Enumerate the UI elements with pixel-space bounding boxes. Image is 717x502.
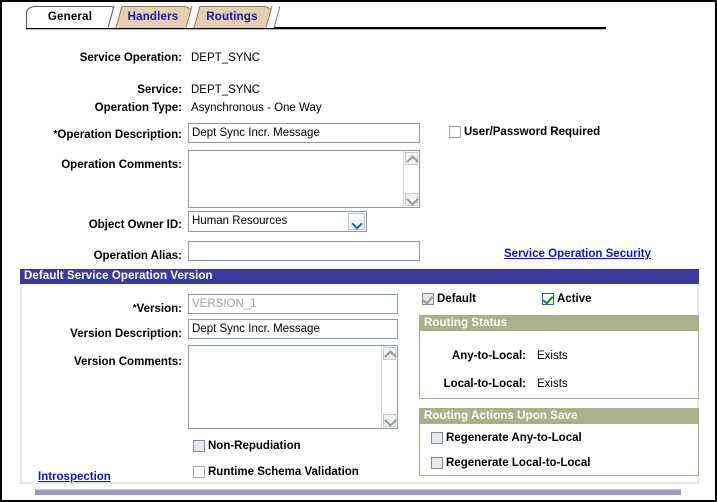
version-comments-label: Version Comments: — [74, 356, 182, 368]
version-comments-textarea[interactable] — [188, 345, 398, 429]
service-label: Service: — [137, 84, 182, 96]
version-label: *Version: — [26, 302, 182, 316]
version-description-input[interactable] — [188, 319, 398, 339]
tab-strip: General Handlers Routings — [2, 2, 715, 32]
version-label-text: Version: — [136, 303, 182, 315]
version-description-label: Version Description: — [70, 328, 182, 340]
operation-comments-label: Operation Comments: — [61, 159, 182, 171]
runtime-schema-validation-label: Runtime Schema Validation — [208, 466, 359, 478]
regenerate-any-to-local-label: Regenerate Any-to-Local — [446, 432, 582, 444]
operation-description-input[interactable] — [188, 123, 420, 143]
object-owner-id-value: Human Resources — [192, 215, 288, 227]
operation-alias-input[interactable] — [188, 241, 420, 261]
tab-routings-label: Routings — [206, 11, 258, 23]
scroll-up-icon[interactable] — [405, 152, 418, 165]
service-operation-security-link[interactable]: Service Operation Security — [504, 248, 651, 260]
default-checkbox-row: Default — [422, 293, 476, 305]
non-repudiation-row[interactable]: Non-Repudiation — [193, 440, 301, 452]
tab-handlers[interactable]: Handlers — [114, 6, 192, 28]
service-operation-window: General Handlers Routings Service Operat… — [0, 0, 717, 502]
any-to-local-value: Exists — [537, 350, 568, 362]
tab-strip-underline-shadow — [26, 29, 606, 30]
regenerate-any-to-local-checkbox[interactable] — [431, 432, 443, 444]
version-comments-scrollbar[interactable] — [381, 346, 397, 428]
object-owner-id-label: Object Owner ID: — [88, 219, 182, 231]
operation-description-label: *Operation Description: — [16, 128, 182, 142]
chevron-down-icon[interactable] — [348, 213, 365, 230]
any-to-local-label: Any-to-Local: — [451, 350, 526, 362]
scroll-up-icon[interactable] — [383, 347, 396, 360]
operation-comments-textarea[interactable] — [188, 150, 420, 208]
default-service-operation-version-header: Default Service Operation Version — [20, 269, 699, 284]
non-repudiation-label: Non-Repudiation — [208, 440, 301, 452]
scroll-down-icon[interactable] — [383, 414, 396, 427]
scroll-down-icon[interactable] — [405, 193, 418, 206]
service-operation-label: Service Operation: — [79, 52, 182, 64]
routing-status-title: Routing Status — [420, 316, 698, 331]
runtime-schema-validation-row[interactable]: Runtime Schema Validation — [193, 466, 359, 478]
active-checkbox[interactable] — [542, 293, 554, 305]
default-checkbox — [422, 293, 434, 305]
introspection-link[interactable]: Introspection — [38, 471, 111, 483]
routing-actions-title: Routing Actions Upon Save — [420, 409, 698, 424]
service-operation-value: DEPT_SYNC — [191, 52, 261, 64]
runtime-schema-validation-checkbox[interactable] — [193, 466, 205, 478]
user-password-required-row[interactable]: User/Password Required — [449, 126, 600, 138]
service-value: DEPT_SYNC — [191, 84, 261, 96]
tab-handlers-label: Handlers — [127, 11, 179, 23]
regenerate-local-to-local-row[interactable]: Regenerate Local-to-Local — [431, 457, 590, 469]
bottom-divider-bar — [35, 489, 681, 495]
default-label: Default — [437, 293, 476, 305]
user-password-required-checkbox[interactable] — [449, 126, 461, 138]
object-owner-id-select[interactable]: Human Resources — [188, 211, 367, 232]
regenerate-any-to-local-row[interactable]: Regenerate Any-to-Local — [431, 432, 582, 444]
active-checkbox-row[interactable]: Active — [542, 293, 592, 305]
operation-description-label-text: Operation Description: — [57, 129, 182, 141]
local-to-local-value: Exists — [537, 378, 568, 390]
version-comments-text[interactable] — [189, 346, 382, 428]
user-password-required-label: User/Password Required — [464, 126, 601, 138]
active-label: Active — [557, 293, 592, 305]
operation-comments-scrollbar[interactable] — [403, 151, 419, 207]
non-repudiation-checkbox — [193, 440, 205, 452]
local-to-local-label: Local-to-Local: — [443, 378, 526, 390]
tab-general[interactable]: General — [26, 6, 114, 28]
tab-routings[interactable]: Routings — [192, 6, 272, 28]
regenerate-local-to-local-label: Regenerate Local-to-Local — [446, 457, 591, 469]
operation-comments-text[interactable] — [189, 151, 404, 207]
operation-alias-label: Operation Alias: — [93, 250, 182, 262]
operation-type-label: Operation Type: — [94, 102, 182, 114]
operation-type-value: Asynchronous - One Way — [191, 102, 322, 114]
version-input — [188, 294, 398, 314]
regenerate-local-to-local-checkbox[interactable] — [431, 457, 443, 469]
tab-general-label: General — [47, 11, 93, 23]
